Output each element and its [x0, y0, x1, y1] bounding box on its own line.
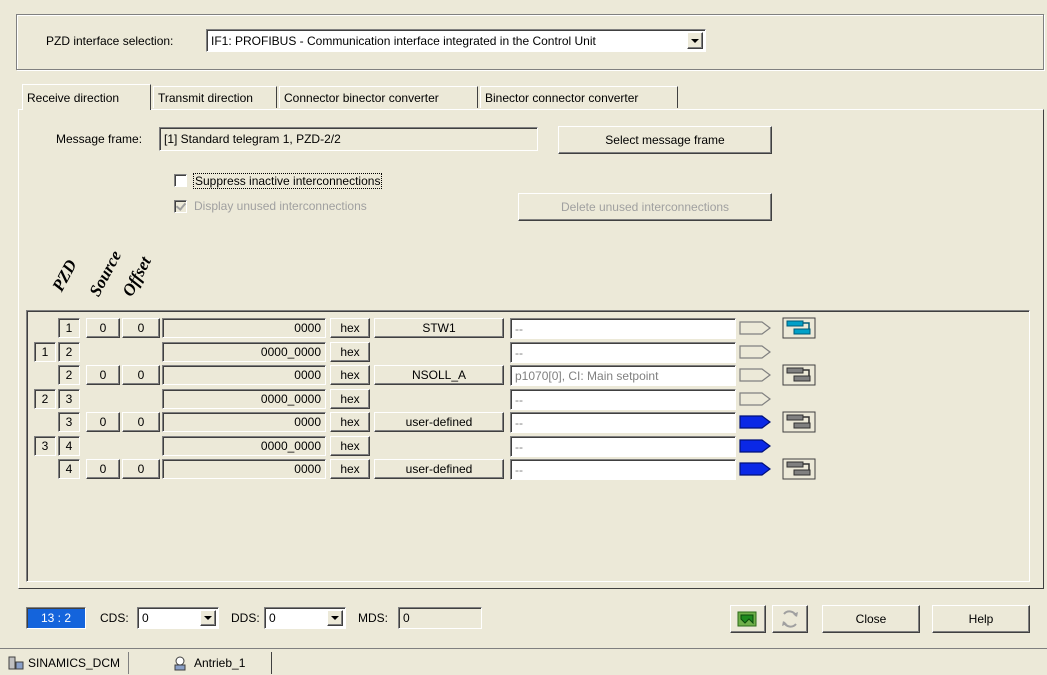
select-message-frame-button[interactable]: Select message frame	[558, 126, 772, 154]
interconnection-field[interactable]: --	[510, 436, 736, 457]
pzd-sub-index-a: 1	[34, 342, 56, 362]
value-field: 0000	[162, 412, 326, 432]
pzd-sub-index-a: 3	[34, 436, 56, 456]
tab-receive-direction[interactable]: Receive direction	[22, 84, 151, 110]
interface-select[interactable]: IF1: PROFIBUS - Communication interface …	[206, 29, 706, 52]
cds-label: CDS:	[100, 611, 129, 625]
pzd-sub-index-b: 2	[58, 342, 80, 362]
signal-trace-icon[interactable]	[782, 458, 816, 480]
pzd-number: 4	[58, 459, 80, 479]
chevron-down-icon[interactable]	[200, 610, 216, 626]
suppress-inactive-label: Suppress inactive interconnections	[193, 173, 383, 189]
close-button[interactable]: Close	[822, 605, 920, 633]
drive-icon	[174, 656, 186, 671]
arrow-inactive-icon[interactable]	[738, 366, 772, 384]
arrow-inactive-icon[interactable]	[738, 343, 772, 361]
refresh-icon[interactable]	[772, 605, 808, 633]
display-unused-checkbox[interactable]	[174, 200, 187, 213]
pzd-number: 2	[58, 365, 80, 385]
hex-button[interactable]: hex	[330, 342, 370, 362]
offset-field[interactable]: 0	[122, 459, 160, 479]
taskbar-item-antrieb[interactable]: Antrieb_1	[168, 652, 272, 674]
signal-trace-icon[interactable]	[782, 364, 816, 386]
hex-button[interactable]: hex	[330, 436, 370, 456]
message-frame-label: Message frame:	[56, 132, 143, 146]
signal-name-button[interactable]: NSOLL_A	[374, 365, 504, 385]
signal-name-button[interactable]: user-defined	[374, 412, 504, 432]
go-online-icon[interactable]	[730, 605, 766, 633]
pzd-sub-index-a: 2	[34, 389, 56, 409]
taskbar-item-sinamics[interactable]: SINAMICS_DCM	[8, 652, 130, 674]
dds-select[interactable]: 0	[264, 607, 346, 629]
value-field: 0000	[162, 459, 326, 479]
delete-unused-button[interactable]: Delete unused interconnections	[518, 193, 772, 221]
hex-button[interactable]: hex	[330, 389, 370, 409]
hex-button[interactable]: hex	[330, 365, 370, 385]
source-field[interactable]: 0	[86, 318, 120, 338]
suppress-inactive-checkbox[interactable]	[174, 174, 187, 187]
value-field: 0000_0000	[162, 342, 326, 362]
interconnection-field[interactable]: --	[510, 342, 736, 363]
signal-name-button[interactable]: user-defined	[374, 459, 504, 479]
pzd-number: 3	[58, 412, 80, 432]
tab-transmit-direction[interactable]: Transmit direction	[153, 86, 277, 108]
value-field: 0000	[162, 365, 326, 385]
signal-trace-icon[interactable]	[782, 317, 816, 339]
signal-name-button[interactable]: STW1	[374, 318, 504, 338]
offset-field[interactable]: 0	[122, 365, 160, 385]
signal-trace-icon[interactable]	[782, 411, 816, 433]
hex-button[interactable]: hex	[330, 459, 370, 479]
message-frame-field: [1] Standard telegram 1, PZD-2/2	[159, 127, 538, 151]
cds-select[interactable]: 0	[137, 607, 219, 629]
hex-button[interactable]: hex	[330, 318, 370, 338]
value-field: 0000_0000	[162, 436, 326, 456]
interconnection-field[interactable]: --	[510, 412, 736, 433]
interface-label: PZD interface selection:	[46, 34, 174, 48]
tab-binector-connector-converter[interactable]: Binector connector converter	[480, 86, 678, 108]
status-indicator: 13 : 2	[26, 607, 86, 629]
interconnection-field[interactable]: --	[510, 318, 736, 339]
tab-connector-binector-converter[interactable]: Connector binector converter	[279, 86, 478, 108]
chevron-down-icon[interactable]	[687, 32, 703, 49]
arrow-active-icon[interactable]	[738, 437, 772, 455]
display-unused-label: Display unused interconnections	[194, 199, 367, 213]
value-field: 0000	[162, 318, 326, 338]
source-field[interactable]: 0	[86, 365, 120, 385]
interconnection-field[interactable]: --	[510, 459, 736, 480]
hex-button[interactable]: hex	[330, 412, 370, 432]
mds-field: 0	[398, 607, 482, 629]
dds-label: DDS:	[231, 611, 260, 625]
interconnection-field[interactable]: --	[510, 389, 736, 410]
device-icon	[8, 656, 24, 670]
offset-field[interactable]: 0	[122, 318, 160, 338]
source-field[interactable]: 0	[86, 412, 120, 432]
chevron-down-icon[interactable]	[327, 610, 343, 626]
help-button[interactable]: Help	[932, 605, 1030, 633]
interconnection-field[interactable]: p1070[0], CI: Main setpoint	[510, 365, 736, 386]
source-field[interactable]: 0	[86, 459, 120, 479]
value-field: 0000_0000	[162, 389, 326, 409]
pzd-sub-index-b: 3	[58, 389, 80, 409]
taskbar	[0, 648, 1047, 675]
arrow-inactive-icon[interactable]	[738, 319, 772, 337]
pzd-sub-index-b: 4	[58, 436, 80, 456]
offset-field[interactable]: 0	[122, 412, 160, 432]
mds-label: MDS:	[358, 611, 388, 625]
interface-select-value: IF1: PROFIBUS - Communication interface …	[211, 33, 596, 48]
arrow-active-icon[interactable]	[738, 413, 772, 431]
arrow-active-icon[interactable]	[738, 460, 772, 478]
arrow-inactive-icon[interactable]	[738, 390, 772, 408]
pzd-number: 1	[58, 318, 80, 338]
